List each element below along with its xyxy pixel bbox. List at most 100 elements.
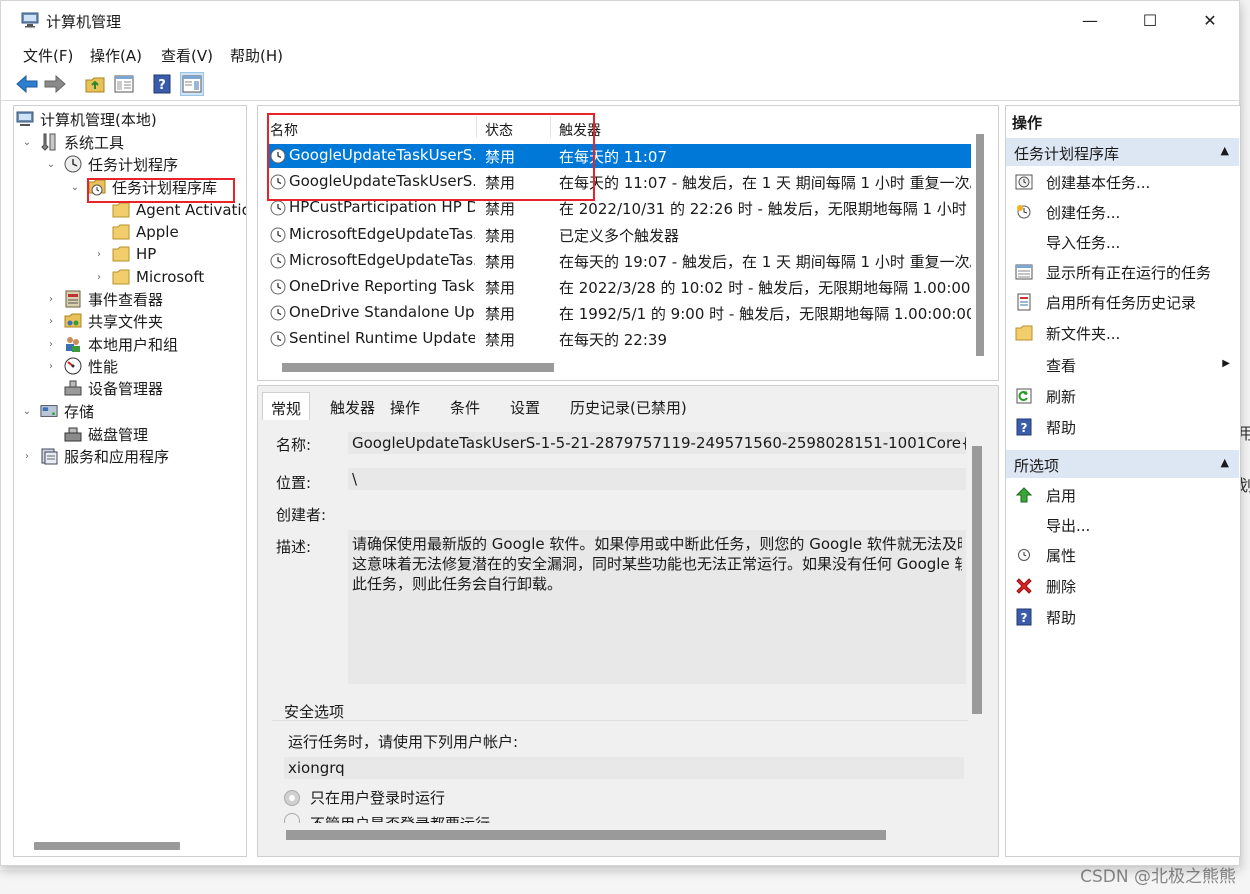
tree-item-shared-folders[interactable]: › 共享文件夹 xyxy=(44,310,163,332)
maximize-button[interactable]: ☐ xyxy=(1127,7,1173,35)
action-label: 导入任务... xyxy=(1046,233,1121,252)
chevron-right-icon[interactable]: › xyxy=(92,272,106,283)
list-horizontal-scrollbar[interactable] xyxy=(282,363,554,372)
name-value[interactable]: GoogleUpdateTaskUserS-1-5-21-2879757119-… xyxy=(348,432,966,454)
column-header-status[interactable]: 状态 xyxy=(485,120,513,140)
tree-item-performance[interactable]: › 性能 xyxy=(44,355,118,377)
action-label: 删除 xyxy=(1046,577,1077,596)
action-export[interactable]: 导出... xyxy=(1014,512,1234,538)
list-vertical-scrollbar[interactable] xyxy=(976,134,984,356)
tree-item-device-manager[interactable]: 设备管理器 xyxy=(64,377,163,399)
tab-history[interactable]: 历史记录(已禁用) xyxy=(562,392,695,420)
action-enable-history[interactable]: 启用所有任务历史记录 xyxy=(1014,289,1234,315)
task-row[interactable]: HPCustParticipation HP D... 禁用 在 2022/10/3… xyxy=(268,196,971,220)
option-logged-on[interactable]: 只在用户登录时运行 xyxy=(284,787,445,808)
chevron-down-icon[interactable]: ⌄ xyxy=(44,159,58,170)
menu-action[interactable]: 操作(A) xyxy=(90,45,142,66)
tree-item-disk-management[interactable]: 磁盘管理 xyxy=(64,423,148,445)
forward-arrow-icon[interactable] xyxy=(43,72,67,96)
help-icon[interactable]: ? xyxy=(150,72,174,96)
tree-item-services-apps[interactable]: › 服务和应用程序 xyxy=(20,445,169,467)
column-header-trigger[interactable]: 触发器 xyxy=(559,120,601,140)
chevron-down-icon[interactable]: ⌄ xyxy=(68,182,82,193)
action-import-task[interactable]: 导入任务... xyxy=(1014,229,1234,255)
action-new-folder[interactable]: 新文件夹... xyxy=(1014,320,1234,346)
chevron-down-icon[interactable]: ⌄ xyxy=(20,137,34,148)
task-row[interactable]: MicrosoftEdgeUpdateTas... 禁用 已定义多个触发器 xyxy=(268,223,971,247)
column-header-name[interactable]: 名称 xyxy=(270,120,298,140)
close-button[interactable]: ✕ xyxy=(1187,7,1233,35)
task-detail-pane: 常规 触发器 操作 条件 设置 历史记录(已禁用) 名称: GoogleUpda… xyxy=(257,385,999,857)
action-create-basic-task[interactable]: 创建基本任务... xyxy=(1014,169,1234,195)
tree-item-folder[interactable]: › Microsoft xyxy=(92,266,204,288)
task-list: 名称 状态 触发器 GoogleUpdateTaskUserS... 禁用 在每天的… xyxy=(257,105,999,381)
chevron-right-icon[interactable]: › xyxy=(44,294,58,305)
tree-horizontal-scrollbar[interactable] xyxy=(34,842,180,850)
action-show-running-tasks[interactable]: 显示所有正在运行的任务 xyxy=(1014,259,1234,285)
task-row[interactable]: OneDrive Standalone Up... 禁用 在 1992/5/1 的 … xyxy=(268,301,971,325)
action-help-selected[interactable]: ? 帮助 xyxy=(1014,604,1234,630)
chevron-down-icon[interactable]: ⌄ xyxy=(20,406,34,417)
action-enable[interactable]: 启用 xyxy=(1014,482,1234,508)
tree-item-local-users[interactable]: › 本地用户和组 xyxy=(44,333,178,355)
tree-item-task-scheduler[interactable]: ⌄ 任务计划程序 xyxy=(44,153,178,175)
tree-item-computer-management[interactable]: 计算机管理(本地) xyxy=(16,108,157,130)
radio-button[interactable] xyxy=(284,813,300,823)
action-create-task[interactable]: 创建任务... xyxy=(1014,199,1234,225)
chevron-right-icon[interactable]: › xyxy=(20,451,34,462)
task-row[interactable]: OneDrive Reporting Task... 禁用 在 2022/3/28 … xyxy=(268,275,971,299)
minimize-button[interactable]: — xyxy=(1067,7,1113,35)
tree-item-folder[interactable]: Apple xyxy=(112,221,179,243)
menu-view[interactable]: 查看(V) xyxy=(161,45,213,66)
action-properties[interactable]: 属性 xyxy=(1014,542,1234,568)
background-strip xyxy=(1240,0,1250,894)
title-bar[interactable]: 计算机管理 — ☐ ✕ xyxy=(1,1,1239,41)
tree-item-folder[interactable]: › HP xyxy=(92,243,156,265)
chevron-right-icon[interactable]: › xyxy=(44,361,58,372)
menu-help[interactable]: 帮助(H) xyxy=(230,45,283,66)
tree-item-storage[interactable]: ⌄ 存储 xyxy=(20,400,94,422)
tree-item-task-library[interactable]: ⌄ 任务计划程序库 xyxy=(68,176,217,198)
tree-item-folder[interactable]: Agent Activation xyxy=(112,199,246,221)
radio-button[interactable] xyxy=(284,789,300,806)
action-view[interactable]: 查看 ▶ xyxy=(1014,352,1234,378)
tab-general[interactable]: 常规 xyxy=(262,392,311,420)
column-separator[interactable] xyxy=(550,116,551,138)
description-text[interactable]: 请确保使用最新版的 Google 软件。如果停用或中断此任务，则您的 Googl… xyxy=(348,530,966,684)
task-row[interactable]: GoogleUpdateTaskUserS... 禁用 在每天的 11:07 xyxy=(268,144,971,168)
actions-section-selected[interactable]: 所选项 ▲ xyxy=(1006,450,1239,478)
location-value[interactable]: \ xyxy=(348,468,966,490)
option-run-always[interactable]: 不管用户是否登录都要运行 xyxy=(284,813,490,823)
folder-icon xyxy=(112,201,130,219)
run-as-user-field[interactable]: xiongrq xyxy=(284,757,964,779)
back-arrow-icon[interactable] xyxy=(15,72,39,96)
collapse-up-icon[interactable]: ▲ xyxy=(1221,144,1229,157)
tab-triggers[interactable]: 触发器 xyxy=(322,392,383,420)
menu-file[interactable]: 文件(F) xyxy=(23,45,73,66)
actions-section-library[interactable]: 任务计划程序库 ▲ xyxy=(1006,138,1239,166)
column-separator[interactable] xyxy=(476,116,477,138)
task-row[interactable]: GoogleUpdateTaskUserS... 禁用 在每天的 11:07 - 触… xyxy=(268,170,971,194)
tree-item-event-viewer[interactable]: › 事件查看器 xyxy=(44,288,163,310)
show-hide-action-pane-icon[interactable] xyxy=(180,72,204,96)
task-row[interactable]: MicrosoftEdgeUpdateTas... 禁用 在每天的 19:07 - … xyxy=(268,249,971,273)
tab-actions[interactable]: 操作 xyxy=(382,392,428,420)
action-label: 创建基本任务... xyxy=(1046,173,1151,192)
chevron-right-icon[interactable]: › xyxy=(44,339,58,350)
action-refresh[interactable]: 刷新 xyxy=(1014,383,1234,409)
collapse-up-icon[interactable]: ▲ xyxy=(1221,456,1229,469)
detail-horizontal-scrollbar[interactable] xyxy=(286,830,886,840)
show-hide-console-tree-icon[interactable] xyxy=(112,72,136,96)
tree-item-system-tools[interactable]: ⌄ 系统工具 xyxy=(20,131,124,153)
action-delete[interactable]: 删除 xyxy=(1014,573,1234,599)
detail-vertical-scrollbar[interactable] xyxy=(972,446,982,714)
chevron-right-icon[interactable]: › xyxy=(44,316,58,327)
menu-bar: 文件(F) 操作(A) 查看(V) 帮助(H) xyxy=(1,41,1239,67)
task-row[interactable]: Sentinel Runtime Updater 禁用 在每天的 22:39 xyxy=(268,327,971,351)
tab-settings[interactable]: 设置 xyxy=(502,392,548,420)
tree-item-label: 任务计划程序 xyxy=(88,155,179,174)
up-folder-icon[interactable] xyxy=(83,72,107,96)
chevron-right-icon[interactable]: › xyxy=(92,249,106,260)
tab-conditions[interactable]: 条件 xyxy=(442,392,488,420)
action-help[interactable]: ? 帮助 xyxy=(1014,414,1234,440)
